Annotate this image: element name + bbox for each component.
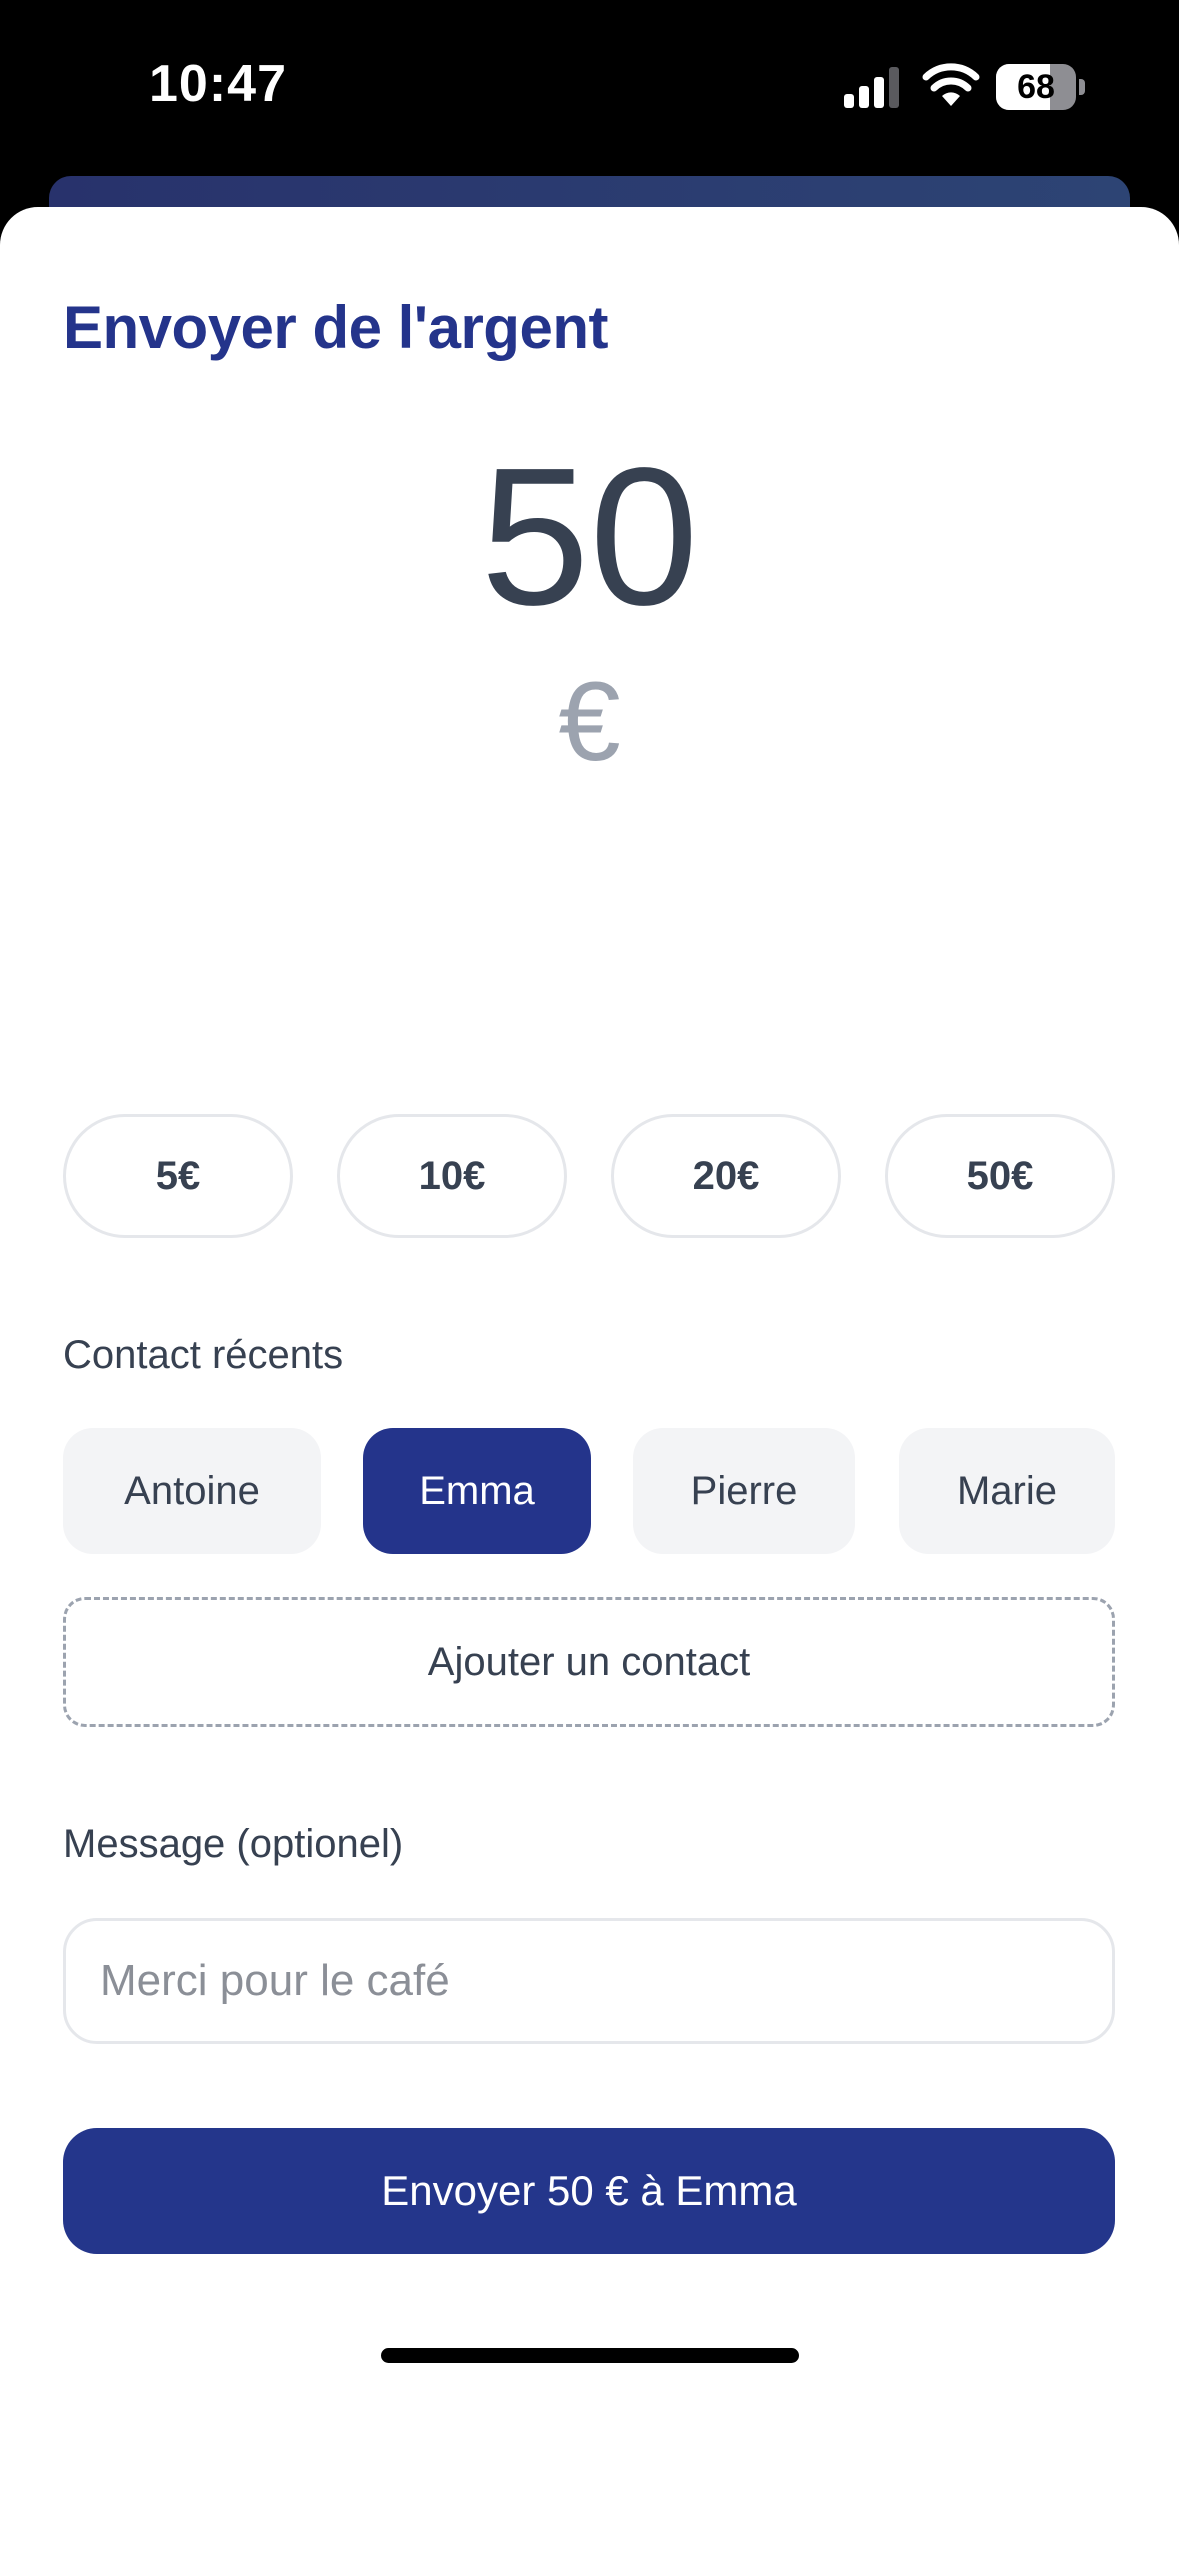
message-label: Message (optionel): [63, 1822, 404, 1866]
contact-antoine[interactable]: Antoine: [63, 1428, 321, 1554]
status-time: 10:47: [149, 55, 287, 113]
battery-body: 68: [996, 64, 1076, 110]
contact-emma[interactable]: Emma: [363, 1428, 591, 1554]
contact-marie[interactable]: Marie: [899, 1428, 1115, 1554]
battery-level: 68: [1017, 68, 1055, 106]
send-button[interactable]: Envoyer 50 € à Emma: [63, 2128, 1115, 2254]
quick-amount-50-button[interactable]: 50€: [885, 1114, 1115, 1238]
home-indicator: [381, 2348, 799, 2363]
recent-contacts-label: Contact récents: [63, 1333, 344, 1377]
quick-amounts: 5€ 10€ 20€ 50€: [63, 1114, 1115, 1238]
wifi-icon: [922, 63, 980, 106]
signal-icon: [844, 67, 899, 108]
battery-icon: 68: [996, 64, 1086, 110]
recent-contacts: Antoine Emma Pierre Marie: [63, 1428, 1115, 1554]
status-bar: 10:47 68: [0, 0, 1179, 175]
quick-amount-20-button[interactable]: 20€: [611, 1114, 841, 1238]
contact-pierre[interactable]: Pierre: [633, 1428, 855, 1554]
add-contact-button[interactable]: Ajouter un contact: [63, 1597, 1115, 1727]
message-input[interactable]: [63, 1918, 1115, 2044]
page-title: Envoyer de l'argent: [63, 294, 608, 361]
currency-symbol: €: [558, 659, 621, 784]
quick-amount-10-button[interactable]: 10€: [337, 1114, 567, 1238]
quick-amount-5-button[interactable]: 5€: [63, 1114, 293, 1238]
battery-cap: [1079, 79, 1085, 95]
amount-value[interactable]: 50: [0, 437, 1179, 637]
send-money-sheet: Envoyer de l'argent 50 € 5€ 10€ 20€ 50€ …: [0, 207, 1179, 2556]
